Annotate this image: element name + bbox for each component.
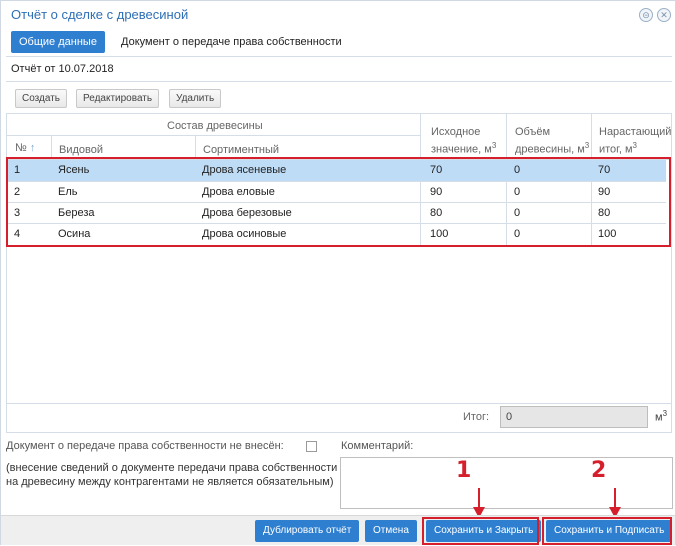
save-sign-button[interactable]: Сохранить и Подписать	[546, 520, 673, 542]
annotation-marker-2: 2	[591, 458, 607, 483]
report-dialog: Отчёт о сделке с древесиной ⊝ ✕ Общие да…	[0, 0, 676, 545]
annotation-marker-1: 1	[456, 458, 472, 483]
save-close-button[interactable]: Сохранить и Закрыть	[426, 520, 542, 542]
annotation-arrows	[473, 488, 621, 518]
duplicate-report-button[interactable]: Дублировать отчёт	[255, 520, 360, 542]
cancel-button[interactable]: Отмена	[365, 520, 417, 542]
